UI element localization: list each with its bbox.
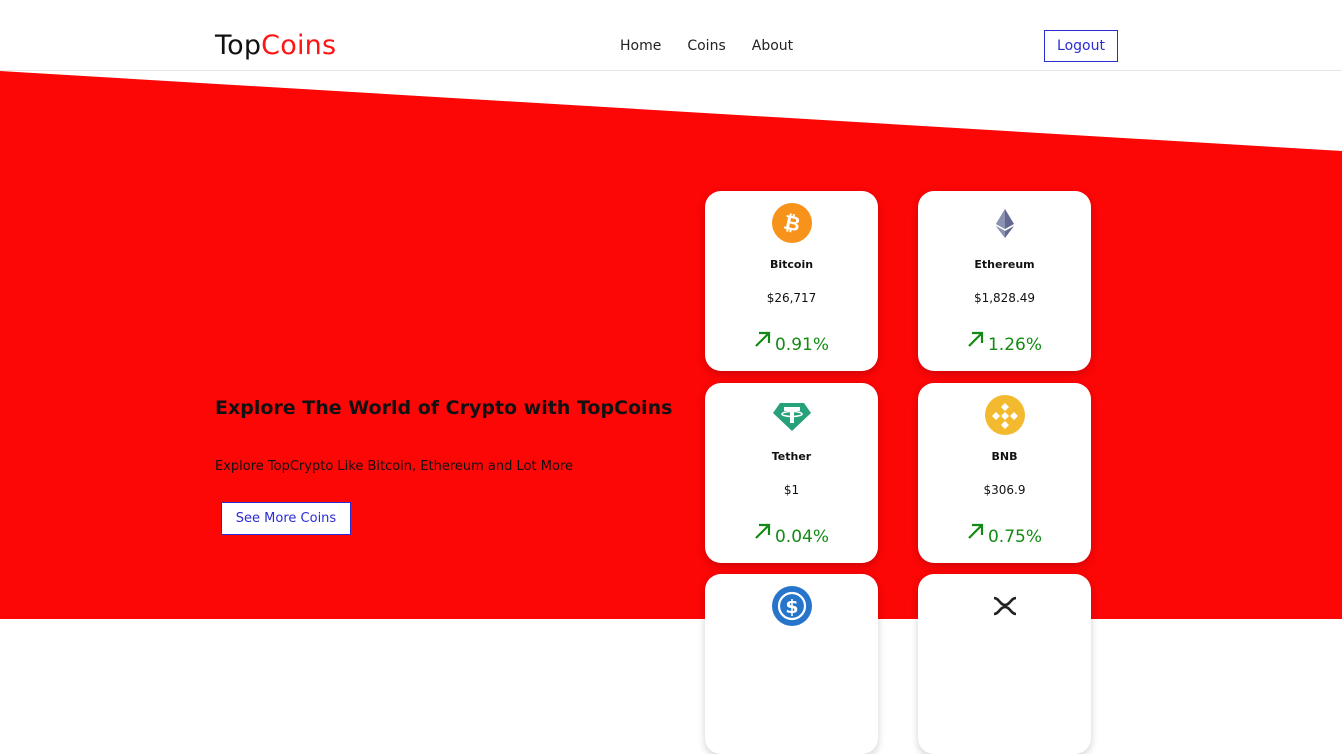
coin-name: Tether xyxy=(771,450,812,463)
hero-background xyxy=(0,71,1342,619)
coin-card-xrp[interactable] xyxy=(918,574,1091,754)
coin-card-bnb[interactable]: BNB $306.9 0.75% xyxy=(918,383,1091,563)
ethereum-icon xyxy=(995,209,1014,238)
logo-part-top: Top xyxy=(215,30,262,61)
coin-change: 0.04% xyxy=(705,523,878,547)
coin-change-value: 0.04% xyxy=(774,527,829,547)
coin-name: Ethereum xyxy=(974,258,1035,271)
coin-change: 0.91% xyxy=(705,331,878,355)
coin-card-bitcoin[interactable]: ₿ Bitcoin $26,717 0.91% xyxy=(705,191,878,371)
svg-text:$: $ xyxy=(785,596,798,618)
logout-button[interactable]: Logout xyxy=(1044,30,1118,62)
navbar: TopCoins Home Coins About Logout xyxy=(0,0,1342,71)
arrow-up-right-icon xyxy=(755,331,771,347)
coin-name: BNB xyxy=(991,450,1018,463)
nav-coins-link[interactable]: Coins xyxy=(687,38,725,54)
arrow-up-right-icon xyxy=(755,523,771,539)
bnb-icon xyxy=(984,395,1025,435)
bitcoin-icon: ₿ xyxy=(771,203,812,243)
logo[interactable]: TopCoins xyxy=(215,30,336,61)
see-more-coins-button[interactable]: See More Coins xyxy=(221,502,351,535)
coin-change-value: 0.75% xyxy=(987,527,1042,547)
coin-change-value: 0.91% xyxy=(774,335,829,355)
coin-change: 0.75% xyxy=(918,523,1091,547)
coin-price: $1,828.49 xyxy=(973,291,1036,305)
coin-price: $26,717 xyxy=(766,291,817,305)
coin-price: $306.9 xyxy=(983,483,1026,497)
coin-card-usdc[interactable]: $ xyxy=(705,574,878,754)
usdc-icon: $ xyxy=(771,586,812,626)
nav-about-link[interactable]: About xyxy=(752,38,793,54)
coin-price: $1 xyxy=(783,483,800,497)
hero-subtitle: Explore TopCrypto Like Bitcoin, Ethereum… xyxy=(215,459,573,474)
hero-title: Explore The World of Crypto with TopCoin… xyxy=(215,397,673,419)
logo-part-coins: Coins xyxy=(261,30,337,61)
tether-icon xyxy=(772,403,811,431)
coin-change-value: 1.26% xyxy=(987,335,1042,355)
nav-links: Home Coins About xyxy=(620,38,793,54)
xrp-icon xyxy=(993,596,1016,616)
arrow-up-right-icon xyxy=(968,523,984,539)
arrow-up-right-icon xyxy=(968,331,984,347)
coin-change: 1.26% xyxy=(918,331,1091,355)
coin-card-tether[interactable]: Tether $1 0.04% xyxy=(705,383,878,563)
nav-home-link[interactable]: Home xyxy=(620,38,661,54)
coin-card-ethereum[interactable]: Ethereum $1,828.49 1.26% xyxy=(918,191,1091,371)
coin-name: Bitcoin xyxy=(769,258,814,271)
